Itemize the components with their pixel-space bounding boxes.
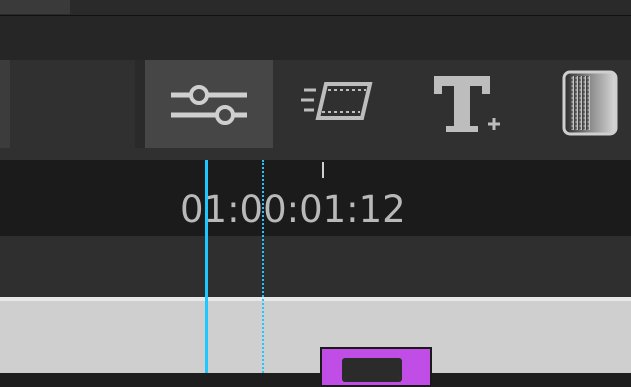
generators-button[interactable] [550,66,631,142]
transition-icon [301,82,373,120]
track-header-band [0,236,631,298]
toolbar-left-button[interactable] [0,60,10,148]
video-track[interactable] [0,301,631,373]
toolbar-separator [135,60,145,148]
generator-icon [562,70,618,136]
playhead[interactable] [205,160,208,373]
clip-thumbnail-icon [342,358,402,382]
top-tab[interactable] [0,0,70,14]
skimmer-line [262,160,264,373]
sliders-icon [171,85,247,125]
timecode-label: 01:00:01:12 [180,188,406,231]
titles-button[interactable] [420,66,520,142]
text-title-icon [434,76,500,132]
ruler-tick [322,162,324,178]
transitions-button[interactable] [286,72,386,136]
top-strip [0,0,631,16]
header-band [0,16,631,60]
adjustments-button[interactable] [145,60,273,148]
